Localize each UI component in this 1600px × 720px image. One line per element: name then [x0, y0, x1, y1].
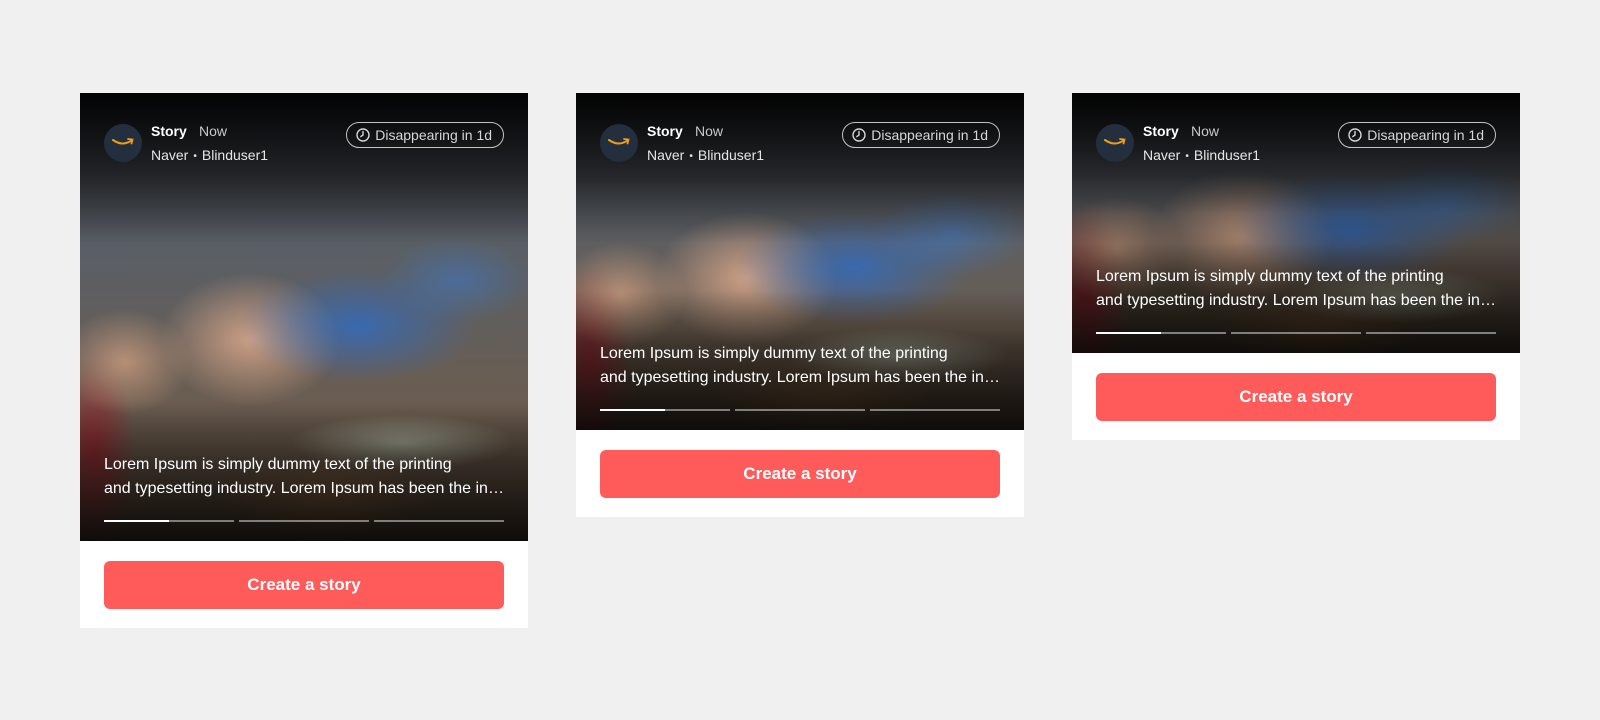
avatar[interactable]	[1096, 124, 1134, 162]
story-source: Naver	[1143, 147, 1181, 163]
disappearing-badge: Disappearing in 1d	[1338, 122, 1496, 148]
caption-line: and typesetting industry. Lorem Ipsum ha…	[104, 480, 504, 497]
story-time: Now	[199, 123, 228, 139]
story-author: Blinduser1	[201, 147, 269, 163]
amazon-logo-icon	[1104, 138, 1126, 145]
story-meta: Naver • Blinduser1	[1143, 147, 1260, 163]
story-caption: Lorem Ipsum is simply dummy text of the …	[1096, 265, 1496, 313]
clock-icon	[1348, 128, 1362, 142]
amazon-logo-icon	[608, 138, 630, 145]
progress-segment	[1096, 332, 1226, 334]
clock-icon	[356, 128, 370, 142]
badge-label: Disappearing in 1d	[1367, 127, 1484, 143]
top-shade	[80, 93, 528, 243]
separator-dot: •	[1185, 150, 1189, 162]
caption-line: Lorem Ipsum is simply dummy text of the …	[104, 456, 452, 473]
progress-segment	[600, 409, 730, 411]
progress-segment	[735, 409, 865, 411]
top-shade	[576, 93, 1024, 243]
story-time: Now	[695, 123, 724, 139]
story-card: Story Now Naver • Blinduser1 Disappearing …	[1072, 93, 1520, 440]
progress-segment	[1366, 332, 1496, 334]
story-media[interactable]: Story Now Naver • Blinduser1 Disappearing …	[1072, 93, 1520, 353]
story-title: Story	[1143, 123, 1179, 139]
separator-dot: •	[193, 150, 197, 162]
story-title: Story	[647, 123, 683, 139]
story-media[interactable]: Story Now Naver • Blinduser1 Disappearing …	[576, 93, 1024, 430]
story-caption: Lorem Ipsum is simply dummy text of the …	[600, 342, 1000, 390]
progress-segment	[870, 409, 1000, 411]
avatar[interactable]	[104, 124, 142, 162]
card-footer: Create a story	[1072, 353, 1520, 440]
create-story-button[interactable]: Create a story	[104, 561, 504, 609]
separator-dot: •	[689, 150, 693, 162]
amazon-logo-icon	[112, 138, 134, 145]
progress-fill	[104, 520, 169, 522]
story-meta: Naver • Blinduser1	[151, 147, 268, 163]
progress-fill	[1096, 332, 1161, 334]
create-story-button[interactable]: Create a story	[1096, 373, 1496, 421]
progress-segment	[239, 520, 369, 522]
story-source: Naver	[647, 147, 685, 163]
story-media[interactable]: Story Now Naver • Blinduser1 Disappearing …	[80, 93, 528, 541]
story-progress	[1096, 332, 1496, 334]
disappearing-badge: Disappearing in 1d	[842, 122, 1000, 148]
story-author: Blinduser1	[1193, 147, 1261, 163]
progress-segment	[374, 520, 504, 522]
progress-segment	[104, 520, 234, 522]
story-card: Story Now Naver • Blinduser1 Disappearing …	[576, 93, 1024, 517]
progress-fill	[600, 409, 665, 411]
create-story-button[interactable]: Create a story	[600, 450, 1000, 498]
story-title: Story	[151, 123, 187, 139]
story-author: Blinduser1	[697, 147, 765, 163]
caption-line: Lorem Ipsum is simply dummy text of the …	[600, 345, 948, 362]
story-time: Now	[1191, 123, 1220, 139]
caption-line: Lorem Ipsum is simply dummy text of the …	[1096, 268, 1444, 285]
disappearing-badge: Disappearing in 1d	[346, 122, 504, 148]
story-meta: Naver • Blinduser1	[647, 147, 764, 163]
avatar[interactable]	[600, 124, 638, 162]
card-footer: Create a story	[576, 430, 1024, 517]
story-progress	[600, 409, 1000, 411]
story-caption: Lorem Ipsum is simply dummy text of the …	[104, 453, 504, 501]
story-card: Story Now Naver • Blinduser1 Disappearing …	[80, 93, 528, 628]
story-progress	[104, 520, 504, 522]
caption-line: and typesetting industry. Lorem Ipsum ha…	[1096, 292, 1496, 309]
story-source: Naver	[151, 147, 189, 163]
clock-icon	[852, 128, 866, 142]
progress-segment	[1231, 332, 1361, 334]
caption-line: and typesetting industry. Lorem Ipsum ha…	[600, 369, 1000, 386]
badge-label: Disappearing in 1d	[375, 127, 492, 143]
card-footer: Create a story	[80, 541, 528, 628]
badge-label: Disappearing in 1d	[871, 127, 988, 143]
